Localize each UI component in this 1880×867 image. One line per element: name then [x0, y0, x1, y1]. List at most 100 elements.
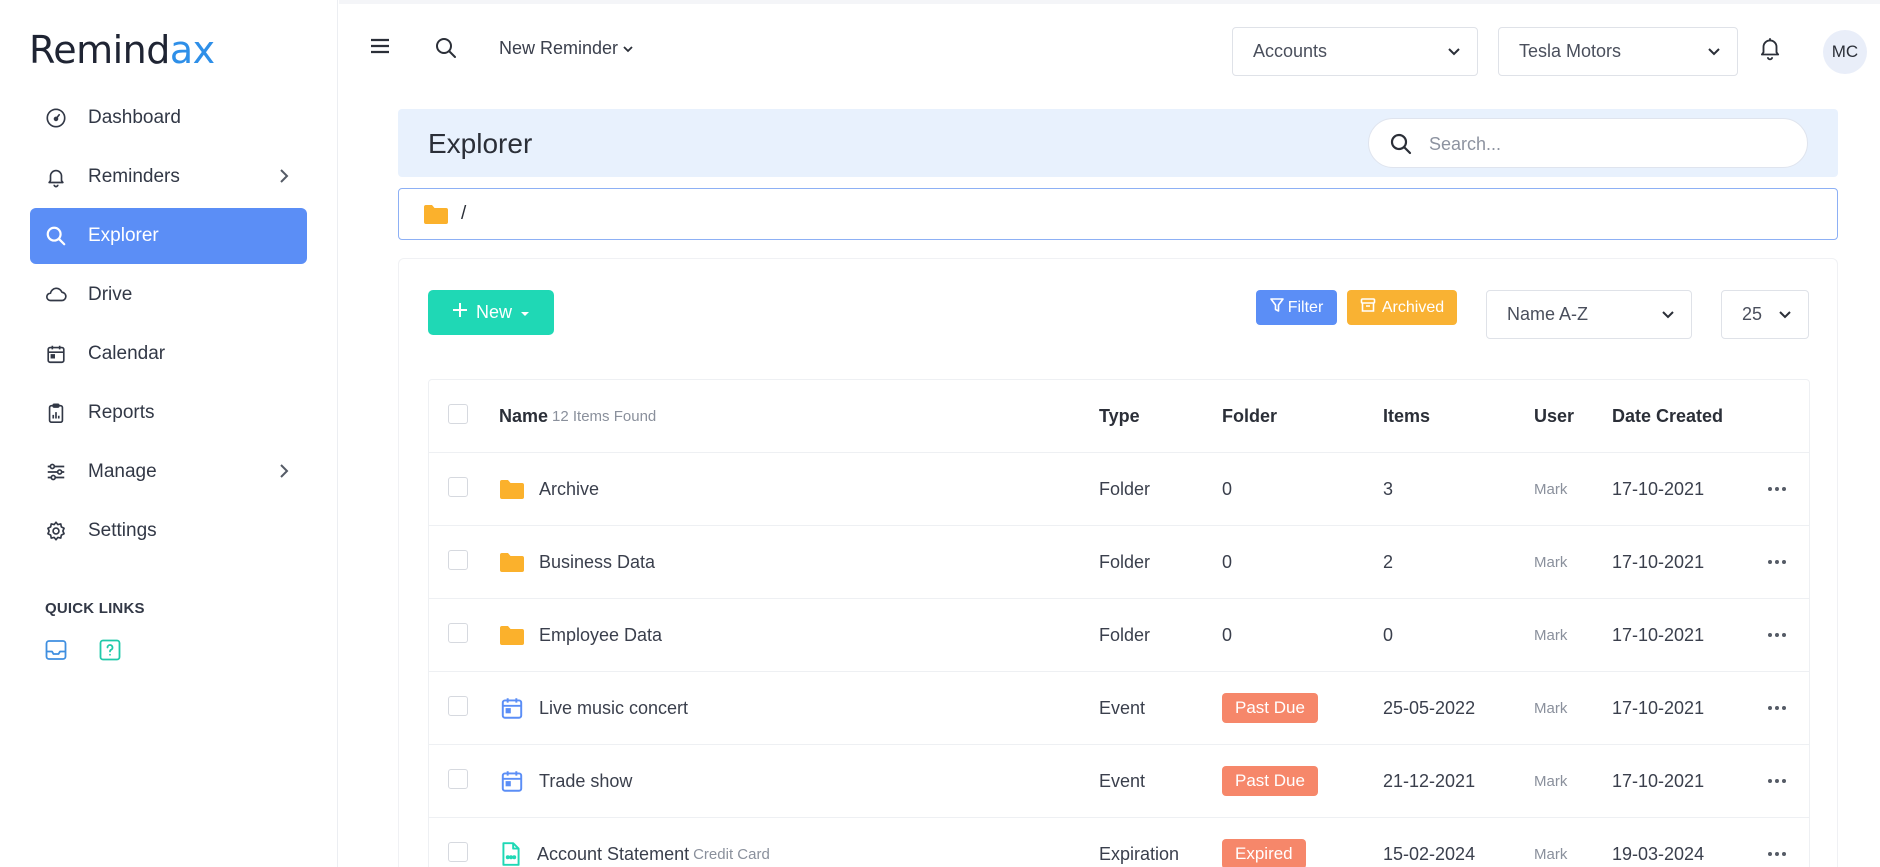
notification-bell-icon[interactable]	[1757, 35, 1783, 66]
row-checkbox[interactable]	[448, 842, 468, 862]
logo-accent: ax	[169, 28, 215, 72]
row-checkbox[interactable]	[448, 623, 468, 643]
row-name[interactable]: Account Statement	[537, 844, 689, 865]
row-type: Event	[1099, 697, 1146, 718]
sort-select[interactable]: Name A-Z	[1486, 290, 1692, 339]
select-all-checkbox[interactable]	[448, 404, 468, 424]
row-user: Mark	[1534, 626, 1568, 644]
table-row[interactable]: Trade show Event Past Due 21-12-2021 Mar…	[429, 745, 1809, 818]
items-table: Name 12 Items Found Type Folder Items Us…	[428, 379, 1810, 867]
table-row[interactable]: Archive Folder 0 3 Mark 17-10-2021	[429, 453, 1809, 526]
column-header-folder[interactable]: Folder	[1222, 380, 1277, 452]
search-icon[interactable]	[434, 36, 458, 65]
more-options-icon[interactable]	[1767, 526, 1787, 598]
more-options-icon[interactable]	[1767, 818, 1787, 867]
table-row[interactable]: Business Data Folder 0 2 Mark 17-10-2021	[429, 526, 1809, 599]
column-header-user[interactable]: User	[1534, 380, 1574, 452]
row-name[interactable]: Archive	[539, 479, 599, 500]
row-type: Folder	[1099, 551, 1151, 572]
new-reminder-label: New Reminder	[499, 38, 619, 58]
per-page-select[interactable]: 25	[1721, 290, 1809, 339]
column-header-items[interactable]: Items	[1383, 380, 1430, 452]
row-name-cell: Account Statement Credit Card	[499, 818, 770, 867]
row-name-cell: Live music concert	[499, 672, 688, 744]
row-items: 3	[1383, 478, 1394, 499]
more-options-icon[interactable]	[1767, 672, 1787, 744]
row-checkbox[interactable]	[448, 550, 468, 570]
gauge-icon	[44, 106, 68, 130]
archived-button[interactable]: Archived	[1347, 290, 1457, 325]
row-checkbox[interactable]	[448, 696, 468, 716]
accounts-select[interactable]: Accounts	[1232, 27, 1478, 76]
company-select[interactable]: Tesla Motors	[1498, 27, 1738, 76]
sidebar-item-reports[interactable]: Reports	[30, 385, 307, 441]
more-options-icon[interactable]	[1767, 745, 1787, 817]
search-icon	[44, 224, 68, 248]
new-button[interactable]: New	[428, 290, 554, 335]
filter-button[interactable]: Filter	[1256, 290, 1337, 325]
row-checkbox[interactable]	[448, 769, 468, 789]
row-name[interactable]: Trade show	[539, 771, 632, 792]
column-header-date-created[interactable]: Date Created	[1612, 380, 1723, 452]
sidebar-item-drive[interactable]: Drive	[30, 267, 307, 323]
sidebar-item-label: Reminders	[88, 166, 180, 187]
table-row[interactable]: Account Statement Credit Card Expiration…	[429, 818, 1809, 867]
new-button-label: New	[475, 302, 512, 322]
company-select-value: Tesla Motors	[1519, 41, 1622, 61]
sidebar-item-label: Manage	[88, 461, 157, 482]
row-name-cell: Employee Data	[499, 599, 662, 671]
avatar[interactable]: MC	[1823, 30, 1867, 74]
row-name[interactable]: Employee Data	[539, 625, 662, 646]
folder-icon	[423, 203, 449, 230]
row-user: Mark	[1534, 553, 1568, 571]
row-name-cell: Business Data	[499, 526, 655, 598]
row-status-cell: Past Due	[1222, 672, 1318, 744]
chevron-right-icon	[277, 167, 291, 191]
sidebar-item-label: Explorer	[88, 225, 159, 246]
sidebar-item-reminders[interactable]: Reminders	[30, 149, 307, 205]
sidebar-item-label: Drive	[88, 284, 133, 305]
new-reminder-dropdown[interactable]: New Reminder	[499, 38, 634, 59]
row-items: 0	[1383, 624, 1394, 645]
app-logo[interactable]: Remindax	[29, 28, 215, 72]
column-header-name[interactable]: Name 12 Items Found	[499, 380, 656, 452]
sidebar-item-dashboard[interactable]: Dashboard	[30, 90, 307, 146]
row-subtitle: Credit Card	[693, 845, 770, 863]
sidebar-item-manage[interactable]: Manage	[30, 444, 307, 500]
table-row[interactable]: Employee Data Folder 0 0 Mark 17-10-2021	[429, 599, 1809, 672]
folder-icon	[499, 624, 525, 646]
sidebar-item-label: Settings	[88, 520, 157, 541]
breadcrumb[interactable]: /	[398, 188, 1838, 240]
table-row[interactable]: Live music concert Event Past Due 25-05-…	[429, 672, 1809, 745]
row-name[interactable]: Business Data	[539, 552, 655, 573]
row-checkbox[interactable]	[448, 477, 468, 497]
inbox-icon[interactable]	[44, 638, 68, 662]
row-items: 2	[1383, 551, 1394, 572]
sidebar-item-calendar[interactable]: Calendar	[30, 326, 307, 382]
caret-down-icon	[520, 302, 530, 323]
items-found-count: 12 Items Found	[552, 407, 657, 425]
row-name[interactable]: Live music concert	[539, 698, 688, 719]
more-options-icon[interactable]	[1767, 453, 1787, 525]
row-name-cell: Trade show	[499, 745, 632, 817]
more-options-icon[interactable]	[1767, 599, 1787, 671]
help-icon[interactable]	[98, 638, 122, 662]
row-folder: 0	[1222, 551, 1233, 572]
sidebar-item-settings[interactable]: Settings	[30, 503, 307, 559]
row-user: Mark	[1534, 845, 1568, 863]
top-bar: New Reminder Accounts Tesla Motors MC	[339, 0, 1880, 92]
column-header-type[interactable]: Type	[1099, 380, 1140, 452]
sidebar-item-label: Calendar	[88, 343, 166, 364]
chevron-down-icon	[622, 38, 634, 59]
hamburger-menu-icon[interactable]	[369, 36, 391, 61]
chevron-down-icon	[1776, 306, 1794, 329]
sidebar-nav: Dashboard Reminders Explorer Drive Calen…	[30, 90, 307, 562]
row-folder: 0	[1222, 478, 1233, 499]
row-type: Folder	[1099, 478, 1151, 499]
search-input[interactable]	[1429, 129, 1779, 159]
folder-icon	[499, 478, 525, 500]
row-type: Folder	[1099, 624, 1151, 645]
sidebar-item-explorer[interactable]: Explorer	[30, 208, 307, 264]
logo-main: Remind	[29, 28, 170, 72]
row-date-created: 17-10-2021	[1612, 478, 1705, 499]
